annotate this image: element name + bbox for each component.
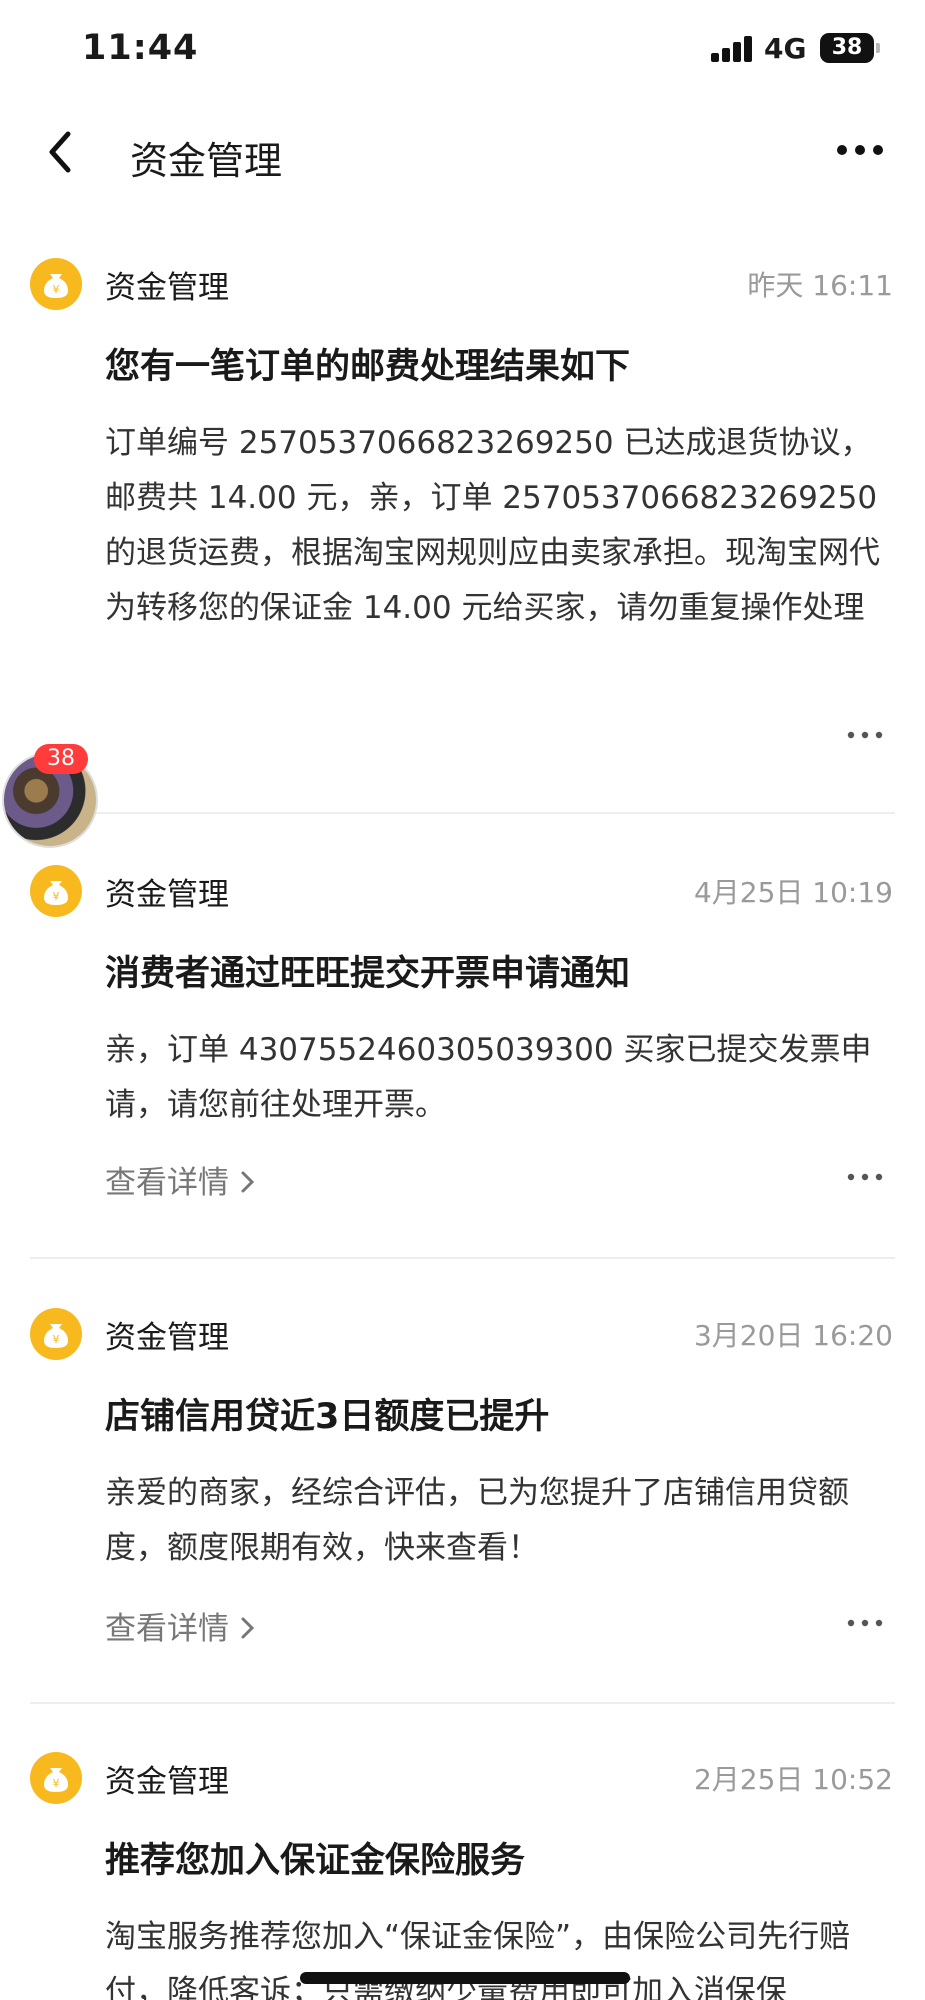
home-indicator[interactable] [300,1972,630,1984]
chevron-right-icon [241,1617,255,1639]
money-bag-icon: ¥ [30,1308,82,1360]
message-sender: 资金管理 [105,877,229,913]
divider [30,812,895,814]
more-horizontal-icon [847,731,883,739]
message-sender: 资金管理 [105,270,229,306]
message-more-button[interactable] [845,1613,885,1633]
money-bag-icon: ¥ [30,1752,82,1804]
message-body: 亲爱的商家，经综合评估，已为您提升了店铺信用贷额度，额度限期有效，快来查看！ [105,1475,849,1566]
money-bag-icon: ¥ [30,865,82,917]
network-label: 4G [764,32,807,65]
message-title: 消费者通过旺旺提交开票申请通知 [105,954,631,994]
battery-level: 38 [831,35,863,60]
message-title: 推荐您加入保证金保险服务 [105,1841,526,1881]
divider [30,1702,895,1704]
page-title: 资金管理 [130,139,283,183]
view-details-link[interactable]: 查看详情 [105,1603,257,1648]
view-details-label: 查看详情 [105,1611,229,1647]
money-bag-icon: ¥ [30,258,82,310]
message-time: 4月25日 10:19 [693,876,893,909]
battery-icon: 38 [820,33,880,63]
more-horizontal-icon [837,145,883,155]
message-time: 2月25日 10:52 [693,1763,893,1796]
message-sender: 资金管理 [105,1764,229,1800]
message-time: 昨天 16:11 [747,269,893,302]
nav-bar: 资金管理 [0,100,925,210]
more-horizontal-icon [847,1619,883,1627]
back-button[interactable] [30,122,90,182]
message-time: 3月20日 16:20 [693,1319,893,1352]
signal-icon [711,36,753,62]
divider [30,1257,895,1259]
status-time: 11:44 [82,28,199,68]
message-more-button[interactable] [845,725,885,745]
svg-text:¥: ¥ [53,890,60,903]
more-horizontal-icon [847,1173,883,1181]
message-sender: 资金管理 [105,1320,229,1356]
svg-text:¥: ¥ [53,1777,60,1790]
svg-text:¥: ¥ [53,283,60,296]
floating-avatar[interactable]: 38 [2,744,98,848]
svg-text:¥: ¥ [53,1333,60,1346]
chevron-right-icon [241,1171,255,1193]
message-body: 订单编号 2570537066823269250 已达成退货协议，邮费共 14.… [105,425,880,626]
unread-count-badge: 38 [34,744,88,774]
message-title: 店铺信用贷近3日额度已提升 [105,1397,550,1437]
message-more-button[interactable] [845,1167,885,1187]
view-details-label: 查看详情 [105,1165,229,1201]
more-menu-button[interactable] [830,125,890,175]
message-body: 亲，订单 4307552460305039300 买家已提交发票申请，请您前往处… [105,1032,872,1123]
screen: 11:44 4G 38 资金管理 ¥ 资金管理 昨天 16:11 您有一笔订单的… [0,0,925,2000]
message-body: 淘宝服务推荐您加入“保证金保险”，由保险公司先行赔付，降低客诉；只需缴纳少量费用… [105,1919,851,2000]
chevron-left-icon [49,131,71,173]
status-bar: 11:44 4G 38 [0,0,925,100]
message-title: 您有一笔订单的邮费处理结果如下 [105,347,631,387]
view-details-link[interactable]: 查看详情 [105,1157,257,1202]
